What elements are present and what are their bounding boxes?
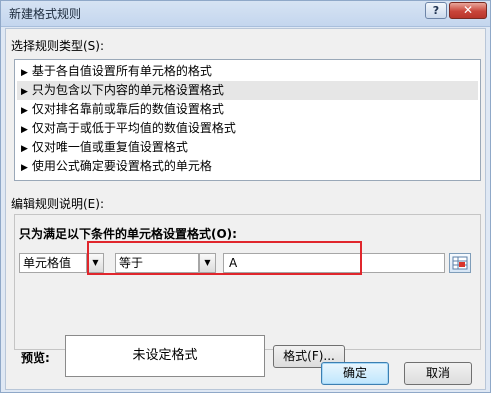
edit-rule-label: 编辑规则说明(E): [11,197,104,211]
triangle-right-icon: ▶ [21,87,28,97]
rule-type-item[interactable]: ▶ 仅对排名靠前或靠后的数值设置格式 [17,100,478,119]
rule-type-item-selected[interactable]: ▶ 只为包含以下内容的单元格设置格式 [17,81,478,100]
preview-label: 预览: [21,351,50,365]
rule-type-label: 使用公式确定要设置格式的单元格 [31,159,212,173]
ok-button[interactable]: 确定 [321,362,389,385]
rule-description-group: 只为满足以下条件的单元格设置格式(O): 单元格值 ▼ 等于 ▼ A 预览: 未… [14,214,481,377]
rule-type-label: 仅对高于或低于平均值的数值设置格式 [31,121,236,135]
cancel-button[interactable]: 取消 [404,362,472,385]
rule-type-item[interactable]: ▶ 仅对高于或低于平均值的数值设置格式 [17,119,478,138]
rule-type-label: 基于各自值设置所有单元格的格式 [31,64,212,78]
rule-type-item[interactable]: ▶ 仅对唯一值或重复值设置格式 [17,138,478,157]
select-rule-type-label: 选择规则类型(S): [11,39,105,53]
condition-value-input[interactable]: A [223,253,445,273]
new-format-rule-dialog: 新建格式规则 ? ✕ 选择规则类型(S): ▶ 基于各自值设置所有单元格的格式 ▶… [0,0,491,393]
operator-select[interactable]: 等于 [115,253,199,273]
rule-type-label: 仅对排名靠前或靠后的数值设置格式 [31,102,224,116]
rule-type-item[interactable]: ▶ 基于各自值设置所有单元格的格式 [17,62,478,81]
preview-box: 未设定格式 [65,335,265,377]
condition-heading: 只为满足以下条件的单元格设置格式(O): [19,227,237,241]
chevron-down-icon[interactable]: ▼ [87,253,104,273]
triangle-right-icon: ▶ [21,68,28,78]
rule-type-list[interactable]: ▶ 基于各自值设置所有单元格的格式 ▶ 只为包含以下内容的单元格设置格式 ▶ 仅对排名… [14,59,481,181]
rule-type-label: 仅对唯一值或重复值设置格式 [31,140,188,154]
triangle-right-icon: ▶ [21,125,28,135]
title-bar[interactable]: 新建格式规则 ? ✕ [1,1,490,27]
rule-type-label: 只为包含以下内容的单元格设置格式 [31,83,224,97]
close-button[interactable]: ✕ [449,2,487,19]
chevron-down-icon[interactable]: ▼ [199,253,216,273]
help-button[interactable]: ? [425,2,447,19]
window-title: 新建格式规则 [9,7,82,21]
triangle-right-icon: ▶ [21,144,28,154]
triangle-right-icon: ▶ [21,163,28,173]
range-selector-icon[interactable] [449,253,471,273]
triangle-right-icon: ▶ [21,106,28,116]
cell-type-select[interactable]: 单元格值 [19,253,87,273]
rule-type-item[interactable]: ▶ 使用公式确定要设置格式的单元格 [17,157,478,176]
dialog-body: 选择规则类型(S): ▶ 基于各自值设置所有单元格的格式 ▶ 只为包含以下内容的单元… [5,28,486,390]
